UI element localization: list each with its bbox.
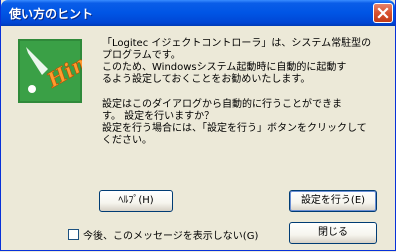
message-line: す。 設定を行いますか？ bbox=[102, 111, 215, 122]
message-line: 設定を行う場合には、「設定を行う」ボタンをクリックして bbox=[102, 123, 367, 134]
window-title: 使い方のヒント bbox=[9, 7, 94, 21]
message-paragraph-2: 設定はこのダイアログから自動的に行うことができま す。 設定を行いますか？ 設定… bbox=[102, 99, 387, 147]
close-icon bbox=[377, 7, 389, 19]
dont-show-again-checkbox[interactable] bbox=[68, 229, 79, 240]
dont-show-again-label[interactable]: 今後、このメッセージを表示しない(G) bbox=[83, 227, 258, 242]
hint-logo: Hint bbox=[18, 39, 82, 103]
message-paragraph-1: 「Logitec イジェクトコントローラ」は、システム常駐型の プログラムです。… bbox=[102, 38, 387, 86]
message-line: るよう設定しておくことをお勧めいたします。 bbox=[102, 74, 311, 85]
hint-dialog: 使い方のヒント Hint 「Logitec イジェクトコントローラ」は、システム… bbox=[0, 0, 396, 251]
message-line: プログラムです。 bbox=[102, 50, 181, 61]
message-line: 「Logitec イジェクトコントローラ」は、システム常駐型の bbox=[102, 38, 372, 49]
message-line: ください。 bbox=[102, 135, 152, 146]
title-bar[interactable]: 使い方のヒント bbox=[1, 0, 395, 26]
help-button[interactable]: ﾍﾙﾌﾟ(H) bbox=[99, 190, 173, 212]
setup-button[interactable]: 設定を行う(E) bbox=[289, 190, 377, 212]
message-line: 設定はこのダイアログから自動的に行うことができま bbox=[102, 99, 342, 110]
close-button[interactable]: 閉じる bbox=[289, 222, 377, 244]
message-line: このため、Windowsシステム起動時に自動的に起動す bbox=[102, 62, 347, 73]
close-window-button[interactable] bbox=[373, 3, 393, 23]
